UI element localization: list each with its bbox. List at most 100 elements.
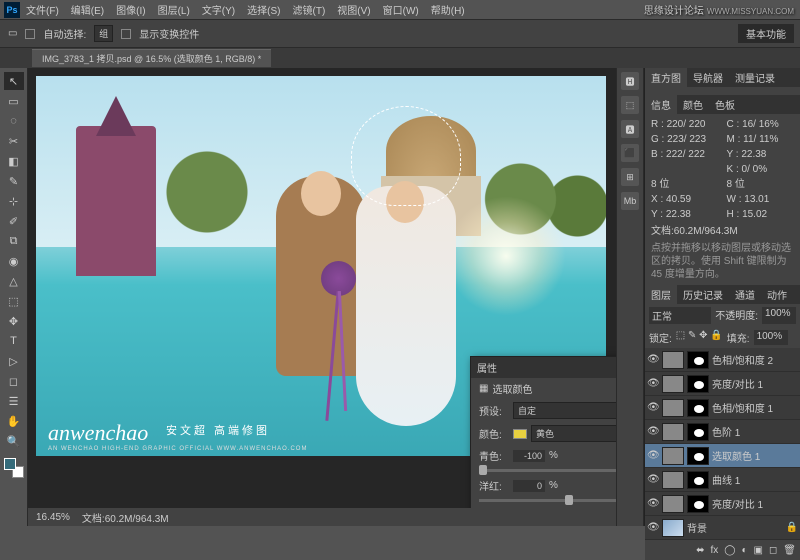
layer-row-5[interactable]: 👁曲线 1 [645,468,800,492]
colors-dropdown[interactable]: 黄色 [531,425,616,442]
layer-row-0[interactable]: 👁色相/饱和度 2 [645,348,800,372]
visibility-icon[interactable]: 👁 [647,354,659,365]
visibility-icon[interactable]: 👁 [647,522,659,533]
blend-mode-dropdown[interactable]: 正常 [649,307,711,324]
visibility-icon[interactable]: 👁 [647,474,659,485]
marquee-tool[interactable]: ▭ [4,92,24,110]
slider-label-1: 洋红: [479,478,509,493]
show-transform-checkbox[interactable] [121,29,131,39]
menu-file[interactable]: 文件(F) [26,2,59,17]
preset-dropdown[interactable]: 自定 [513,402,616,419]
slider-value-0[interactable]: -100 [513,450,545,462]
menu-edit[interactable]: 编辑(E) [71,2,104,17]
layer-row-1[interactable]: 👁亮度/对比 1 [645,372,800,396]
tab-swatches[interactable]: 色板 [709,95,741,114]
colors-label: 颜色: [479,426,509,441]
auto-select-dropdown[interactable]: 组 [94,25,113,42]
eyedropper-tool[interactable]: ◧ [4,152,24,170]
visibility-icon[interactable]: 👁 [647,450,659,461]
strip-icon-2[interactable]: ⬚ [621,96,639,114]
healing-tool[interactable]: ⊹ [4,192,24,210]
slider-track-1[interactable] [479,499,616,502]
opacity-input[interactable]: 100% [762,307,796,324]
visibility-icon[interactable]: 👁 [647,378,659,389]
doc-size[interactable]: 文档:60.2M/964.3M [82,510,169,525]
layers-panel: 正常 不透明度: 100% 锁定: ⬚ ✎ ✥ 🔒 填充: 100% 👁色相/饱… [645,304,800,560]
tab-channels[interactable]: 通道 [729,285,761,304]
layer-row-7[interactable]: 👁背景🔒 [645,516,800,540]
adjustment-icon: ▦ [479,383,488,394]
delete-icon[interactable]: 🗑 [783,545,796,556]
mask-icon[interactable]: ◯ [724,545,735,556]
menu-layer[interactable]: 图层(L) [158,2,190,17]
tab-info[interactable]: 信息 [645,95,677,114]
group-icon[interactable]: ▣ [754,545,763,556]
menu-view[interactable]: 视图(V) [337,2,370,17]
tab-navigator[interactable]: 导航器 [687,68,729,87]
color-swatches[interactable] [4,458,24,478]
fx-icon[interactable]: fx [711,545,719,556]
tab-history[interactable]: 历史记录 [677,285,729,304]
document-tab[interactable]: IMG_3783_1 拷贝.psd @ 16.5% (选取颜色 1, RGB/8… [32,49,271,67]
slider-track-0[interactable] [479,469,616,472]
visibility-icon[interactable]: 👁 [647,426,659,437]
layer-row-6[interactable]: 👁亮度/对比 1 [645,492,800,516]
dodge-tool[interactable]: ⬚ [4,292,24,310]
strip-icon-4[interactable]: ⬛ [621,144,639,162]
menu-type[interactable]: 文字(Y) [202,2,235,17]
zoom-tool[interactable]: 🔍 [4,432,24,450]
link-icon[interactable]: ⬌ [696,545,704,556]
image-watermark-script: anwenchao [48,420,148,446]
tab-histogram[interactable]: 直方图 [645,68,687,87]
menu-filter[interactable]: 滤镜(T) [293,2,326,17]
tab-color[interactable]: 颜色 [677,95,709,114]
workspace-switcher[interactable]: 基本功能 [738,24,794,43]
blur-tool[interactable]: △ [4,272,24,290]
type-tool[interactable]: T [4,332,24,350]
visibility-icon[interactable]: 👁 [647,402,659,413]
gradient-tool[interactable]: ◉ [4,252,24,270]
image-watermark-line: AN WENCHAO HIGH-END GRAPHIC OFFICIAL WWW… [48,446,307,452]
shape-tool[interactable]: ◻ [4,372,24,390]
path-tool[interactable]: ▷ [4,352,24,370]
tab-actions[interactable]: 动作 [761,285,793,304]
slider-label-0: 青色: [479,448,509,463]
info-panel: R : 220/ 220C : 16/ 16% G : 223/ 223M : … [645,114,800,285]
strip-icon-3[interactable]: 🅰 [621,120,639,138]
pencil-tool[interactable]: ✐ [4,212,24,230]
fill-input[interactable]: 100% [754,330,788,345]
document-tab-bar: IMG_3783_1 拷贝.psd @ 16.5% (选取颜色 1, RGB/8… [0,48,800,68]
zoom-level[interactable]: 16.45% [36,512,70,523]
menu-help[interactable]: 帮助(H) [431,2,465,17]
adjustment-icon[interactable]: ◐ [741,545,747,556]
3d-tool[interactable]: ☰ [4,392,24,410]
layer-row-3[interactable]: 👁色阶 1 [645,420,800,444]
clone-tool[interactable]: ⧉ [4,232,24,250]
move-tool[interactable]: ↖ [4,72,24,90]
lock-icons[interactable]: ⬚ ✎ ✥ 🔒 [676,330,723,345]
pen-tool[interactable]: ✥ [4,312,24,330]
menu-window[interactable]: 窗口(W) [383,2,419,17]
strip-icon-1[interactable]: 🅷 [621,72,639,90]
brush-tool[interactable]: ✎ [4,172,24,190]
crop-tool[interactable]: ✂ [4,132,24,150]
right-dock: 直方图 导航器 测量记录 信息 颜色 色板 R : 220/ 220C : 16… [644,68,800,526]
options-bar: ▭ 自动选择: 组 显示变换控件 [0,20,800,48]
lasso-tool[interactable]: ◌ [4,112,24,130]
menu-image[interactable]: 图像(I) [116,2,145,17]
hand-tool[interactable]: ✋ [4,412,24,430]
canvas-area[interactable]: anwenchao 安文超 高端修图 AN WENCHAO HIGH-END G… [28,68,616,526]
visibility-icon[interactable]: 👁 [647,498,659,509]
layer-row-4[interactable]: 👁选取颜色 1 [645,444,800,468]
tool-preset-icon[interactable]: ▭ [8,28,17,39]
slider-value-1[interactable]: 0 [513,480,545,492]
strip-icon-6[interactable]: Mb [621,192,639,210]
auto-select-checkbox[interactable] [25,29,35,39]
new-layer-icon[interactable]: ◻ [769,545,777,556]
layer-list[interactable]: 👁色相/饱和度 2👁亮度/对比 1👁色相/饱和度 1👁色阶 1👁选取颜色 1👁曲… [645,348,800,540]
tab-layers[interactable]: 图层 [645,285,677,304]
tab-measure[interactable]: 测量记录 [729,68,781,87]
layer-row-2[interactable]: 👁色相/饱和度 1 [645,396,800,420]
menu-select[interactable]: 选择(S) [247,2,280,17]
strip-icon-5[interactable]: ⊞ [621,168,639,186]
